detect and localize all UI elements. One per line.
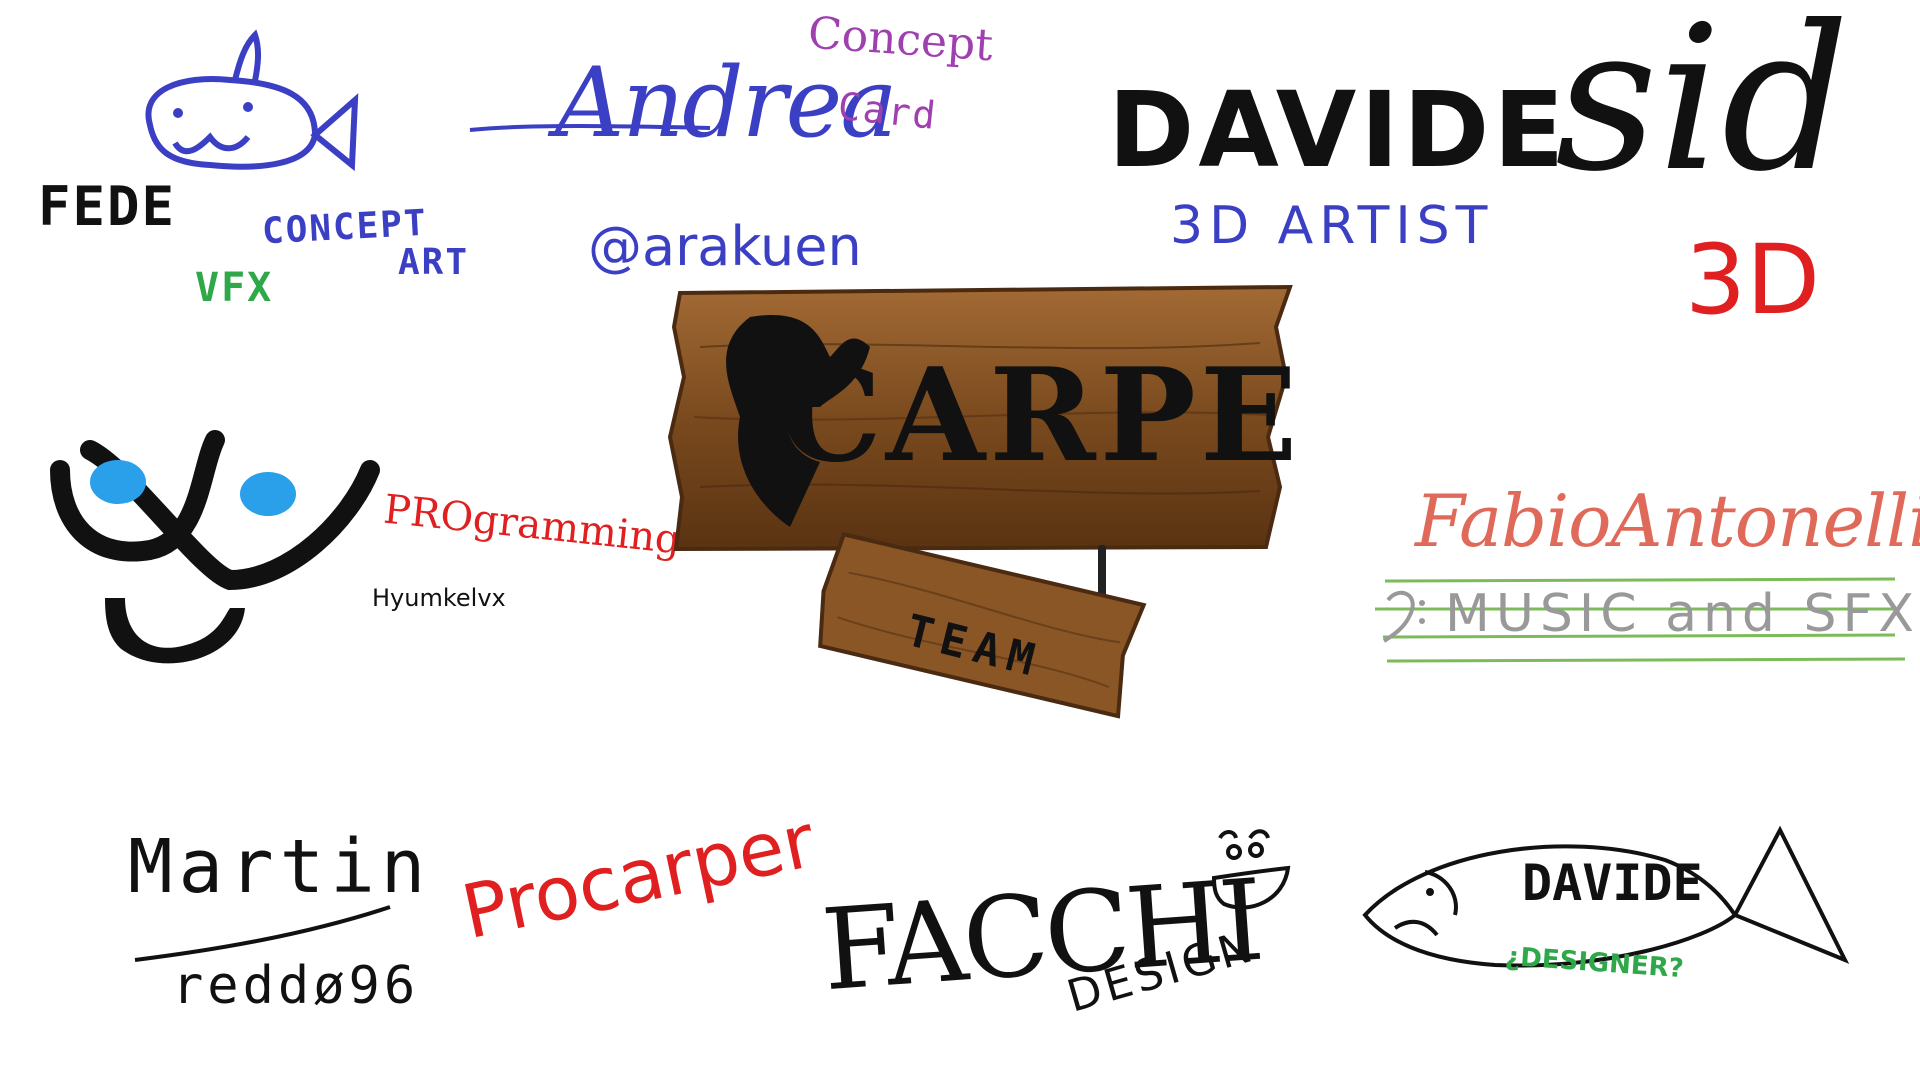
martin-handle: reddø96 [172, 956, 420, 1016]
smiley-doodle-icon [1211, 829, 1291, 910]
andrea-handle: @arakuen [588, 215, 862, 278]
fede-role: VFX [195, 265, 274, 311]
concept-card-line1: Concept [806, 7, 995, 72]
bass-clef-icon [1382, 590, 1425, 643]
fede-name: FEDE [38, 175, 177, 238]
whale-doodle-icon [145, 29, 359, 172]
fabio-name: FabioAntonelli [1415, 479, 1920, 563]
fabio-role: MUSIC and SFX [1445, 584, 1920, 644]
sid-name: sid [1555, 0, 1850, 216]
concept-card-line2: Card [835, 83, 940, 139]
sid-role: 3D [1685, 224, 1820, 336]
face-doodle-icon [50, 430, 380, 664]
programming-role: PROgramming [381, 486, 684, 564]
davide-3d-name: DAVIDE [1108, 69, 1569, 191]
martin-name: Martin [128, 824, 432, 910]
programming-handle: Hyumkelvx [372, 584, 506, 612]
davide-designer-name: DAVIDE [1522, 854, 1703, 912]
procarper-text: Procarper [454, 797, 822, 957]
sign-title: CARPE [780, 341, 1302, 491]
concept-art-line2: ART [398, 242, 470, 283]
davide-3d-role: 3D ARTIST [1170, 196, 1494, 256]
